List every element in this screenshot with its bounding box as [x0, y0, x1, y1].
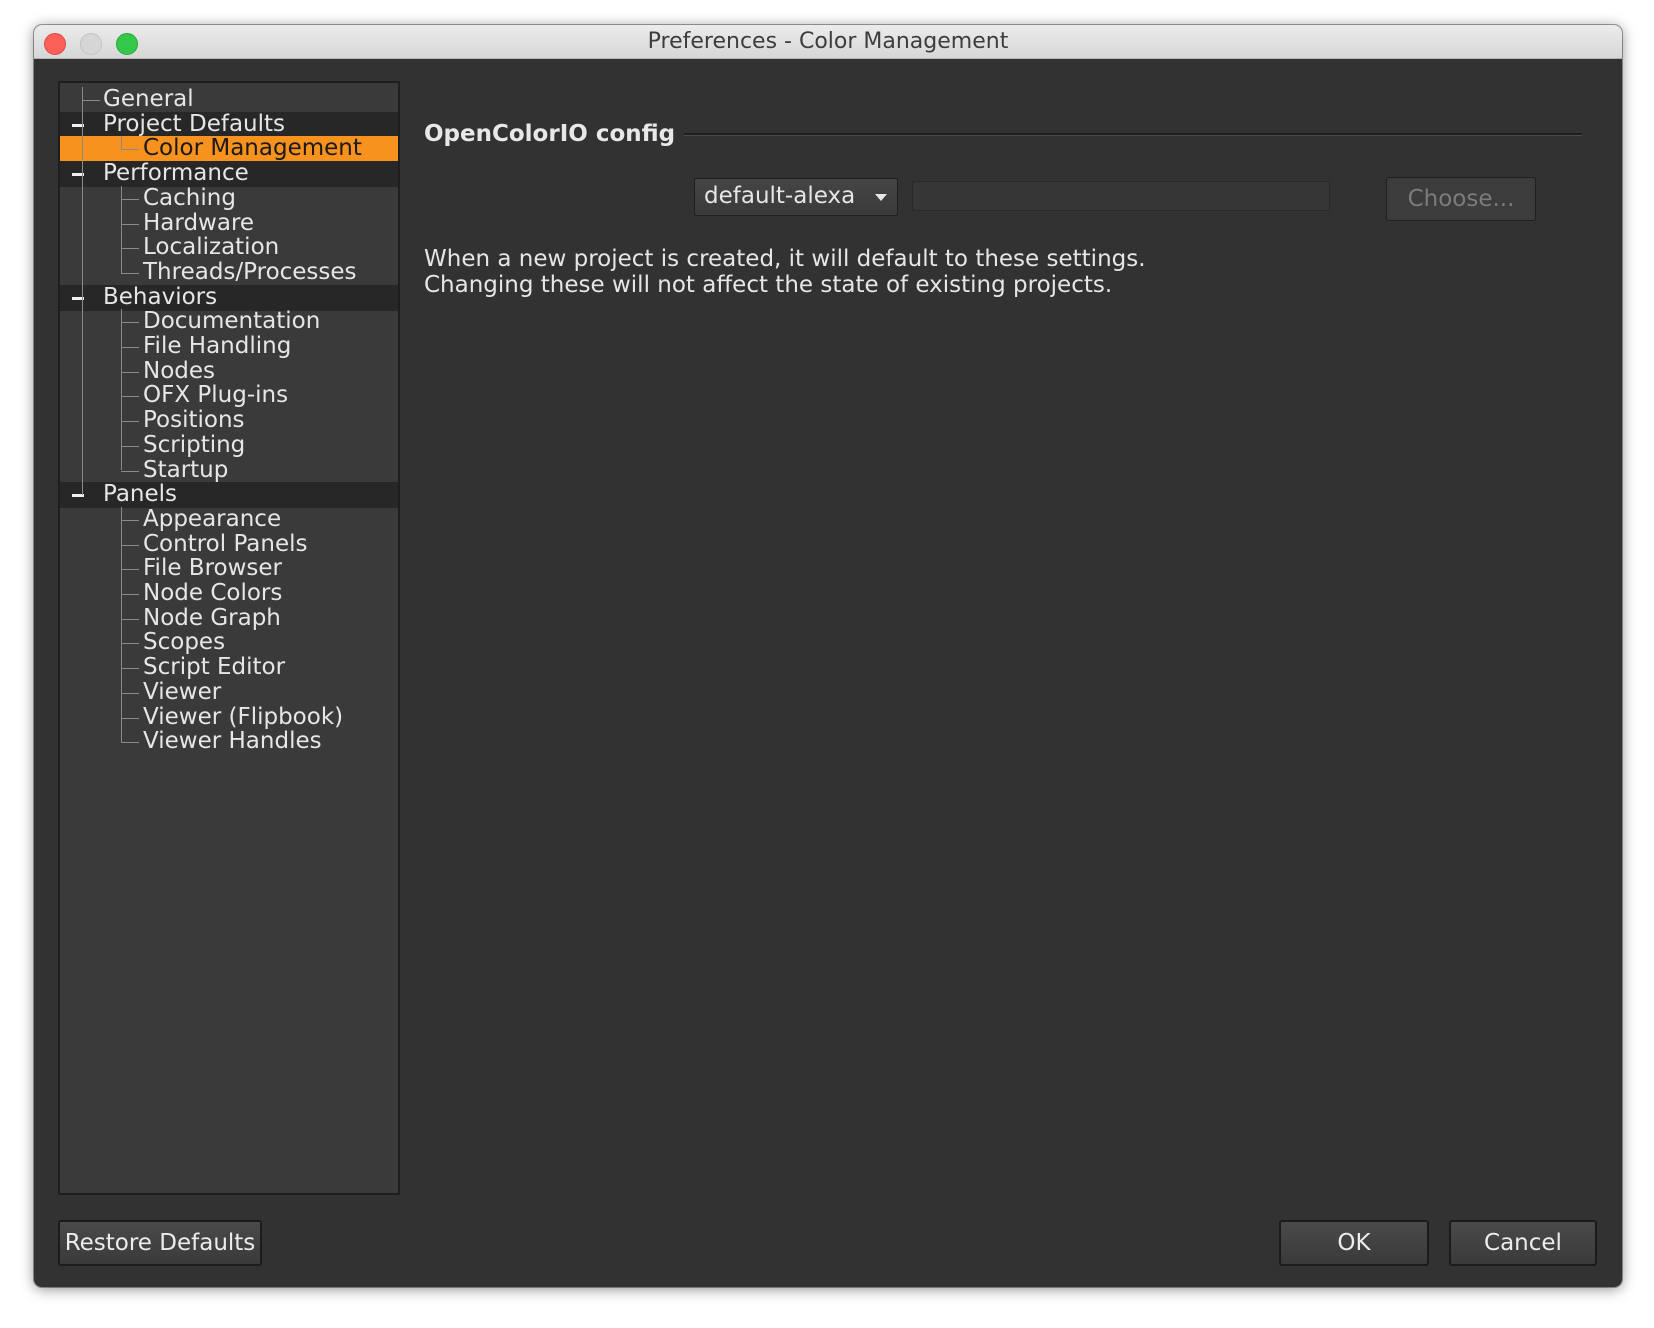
tree-branch	[121, 136, 122, 150]
section-title: OpenColorIO config	[424, 121, 676, 147]
sidebar-item-control-panels[interactable]: Control Panels	[60, 530, 398, 558]
sidebar-item-startup[interactable]: Startup	[60, 456, 398, 484]
sidebar-item-panels[interactable]: Panels	[60, 481, 398, 509]
sidebar-item-nodes[interactable]: Nodes	[60, 357, 398, 385]
preferences-tree: General Project Defaults Color Management P…	[58, 81, 400, 1195]
chevron-down-icon	[875, 194, 887, 201]
ok-button[interactable]: OK	[1279, 1220, 1429, 1266]
sidebar-item-viewer[interactable]: Viewer	[60, 678, 398, 706]
tree-connector	[121, 569, 139, 571]
cancel-button[interactable]: Cancel	[1449, 1220, 1597, 1266]
sidebar-item-ofx-plug-ins[interactable]: OFX Plug-ins	[60, 382, 398, 409]
sidebar-item-label: Viewer (Flipbook)	[143, 703, 344, 730]
tree-connector	[121, 198, 139, 200]
sidebar-item-color-management[interactable]: Color Management	[60, 135, 398, 163]
tree-connector	[121, 717, 139, 719]
tree-connector	[121, 594, 139, 595]
window-title: Preferences - Color Management	[647, 29, 1009, 54]
sidebar-item-label: Nodes	[143, 357, 216, 384]
sidebar-item-label: Scripting	[143, 431, 246, 458]
tree-spine	[82, 87, 83, 496]
sidebar-item-positions[interactable]: Positions	[60, 407, 398, 434]
sidebar-item-label: Color Management	[143, 135, 362, 162]
tree-connector	[121, 421, 139, 423]
sidebar-item-hardware[interactable]: Hardware	[60, 209, 398, 237]
sidebar-item-label: Scopes	[143, 629, 226, 656]
title-bar: Preferences - Color Management	[34, 25, 1622, 59]
sidebar-item-node-colors[interactable]: Node Colors	[60, 580, 398, 607]
sidebar-item-label: File Browser	[143, 555, 282, 582]
tree-connector	[121, 272, 139, 274]
sidebar-item-label: Node Colors	[143, 580, 283, 606]
sidebar-item-label: Startup	[143, 456, 229, 483]
tree-connector	[121, 149, 139, 151]
tree-branch	[121, 309, 122, 471]
sidebar-item-caching[interactable]: Caching	[60, 184, 398, 212]
sidebar-item-file-handling[interactable]: File Handling	[60, 333, 398, 360]
tree-connector	[121, 322, 139, 324]
restore-defaults-button[interactable]: Restore Defaults	[58, 1220, 262, 1266]
tree-connector	[121, 668, 139, 670]
tree-connector	[121, 248, 139, 250]
tree-connector	[121, 692, 139, 694]
sidebar-item-label: Viewer Handles	[143, 728, 322, 755]
tree-connector	[121, 470, 139, 472]
section-divider	[684, 133, 1582, 136]
tree-connector	[121, 618, 139, 620]
sidebar-item-node-graph[interactable]: Node Graph	[60, 604, 398, 632]
tree-connector	[121, 742, 139, 744]
sidebar-item-appearance[interactable]: Appearance	[60, 505, 398, 533]
sidebar-item-label: File Handling	[143, 333, 292, 359]
sidebar-item-viewer-handles[interactable]: Viewer Handles	[60, 728, 398, 755]
sidebar-item-scopes[interactable]: Scopes	[60, 629, 398, 656]
tree-connector	[121, 519, 139, 521]
tree-branch	[121, 506, 122, 743]
tree-connector	[121, 445, 139, 447]
sidebar-item-file-browser[interactable]: File Browser	[60, 555, 398, 582]
ocio-config-value: default-alexa	[704, 183, 856, 209]
choose-button[interactable]: Choose...	[1386, 177, 1536, 221]
info-line: When a new project is created, it will d…	[424, 246, 1146, 272]
tree-connector	[121, 347, 139, 348]
sidebar-item-label: Viewer	[143, 678, 222, 705]
sidebar-item-label: Behaviors	[103, 283, 218, 310]
sidebar-item-script-editor[interactable]: Script Editor	[60, 654, 398, 681]
ocio-config-path-field[interactable]	[912, 181, 1330, 211]
sidebar-item-documentation[interactable]: Documentation	[60, 308, 398, 335]
sidebar-item-localization[interactable]: Localization	[60, 234, 398, 261]
sidebar-item-performance[interactable]: Performance	[60, 160, 398, 188]
sidebar-item-scripting[interactable]: Scripting	[60, 431, 398, 459]
sidebar-item-project-defaults[interactable]: Project Defaults	[60, 110, 398, 138]
sidebar-item-label: General	[103, 86, 194, 112]
sidebar-item-label: Positions	[143, 407, 245, 434]
info-text: When a new project is created, it will d…	[424, 246, 1146, 298]
sidebar-item-label: Node Graph	[143, 604, 281, 631]
sidebar-item-label: Appearance	[143, 505, 282, 532]
tree-connector	[121, 223, 139, 225]
sidebar-item-threads-processes[interactable]: Threads/Processes	[60, 258, 398, 286]
sidebar-item-label: Control Panels	[143, 530, 308, 557]
sidebar-item-label: Hardware	[143, 209, 255, 236]
sidebar-item-label: Documentation	[143, 308, 321, 335]
tree-branch	[121, 185, 122, 273]
info-line: Changing these will not affect the state…	[424, 272, 1113, 298]
sidebar-item-viewer-flipbook[interactable]: Viewer (Flipbook)	[60, 703, 398, 731]
sidebar-item-label: Localization	[143, 234, 280, 261]
tree-connector	[121, 396, 139, 398]
sidebar-item-behaviors[interactable]: Behaviors	[60, 283, 398, 311]
sidebar-item-label: OFX Plug-ins	[143, 382, 289, 409]
sidebar-item-label: Performance	[103, 160, 249, 187]
sidebar-item-label: Caching	[143, 184, 236, 211]
sidebar-item-label: Threads/Processes	[143, 258, 357, 285]
tree-connector	[121, 643, 139, 645]
sidebar-item-label: Project Defaults	[103, 110, 286, 137]
sidebar-item-general[interactable]: General	[60, 86, 398, 113]
preferences-window: Preferences - Color Management General Pr…	[34, 25, 1622, 1287]
ocio-config-dropdown[interactable]: default-alexa	[694, 178, 898, 216]
tree-connector	[82, 100, 100, 101]
tree-connector	[121, 371, 139, 373]
sidebar-item-label: Panels	[103, 481, 178, 508]
sidebar-item-label: Script Editor	[143, 654, 286, 681]
tree-connector	[121, 544, 139, 546]
